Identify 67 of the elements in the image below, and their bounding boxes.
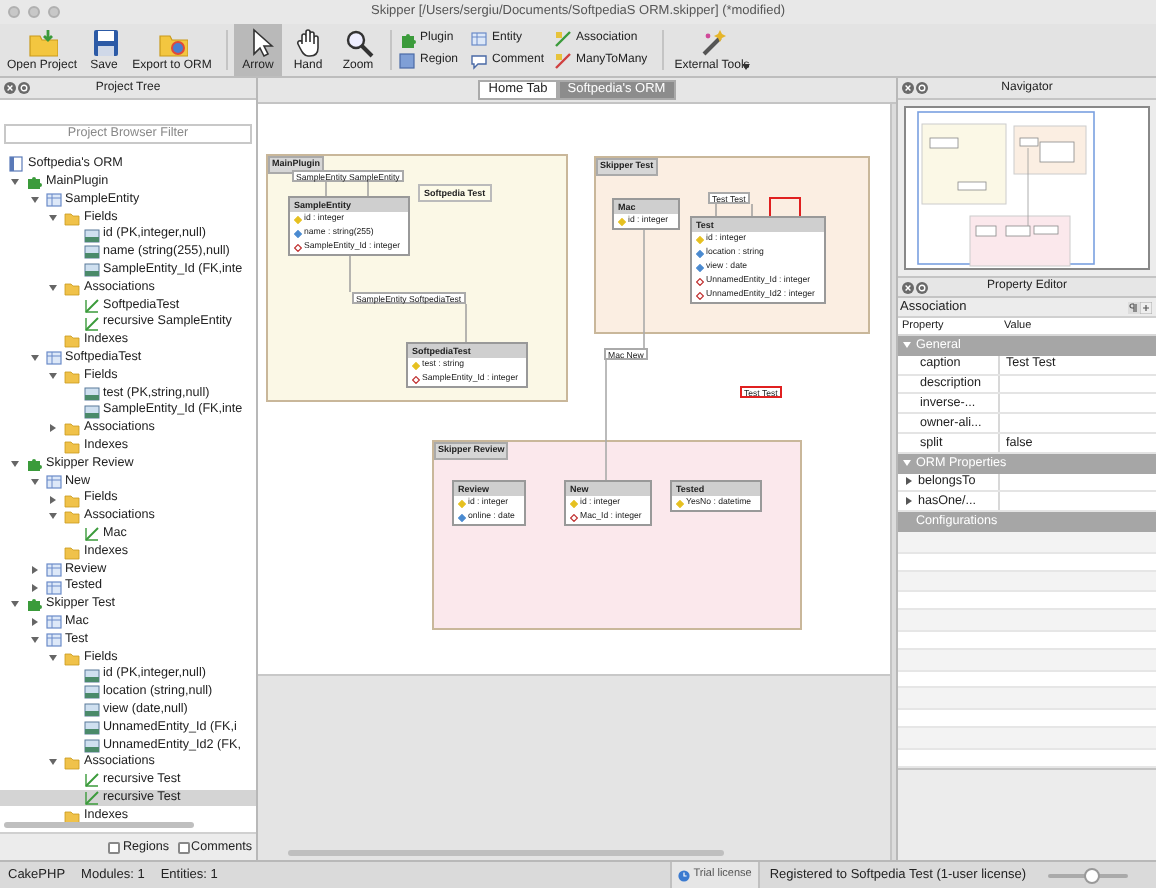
folder-icon [64, 807, 80, 824]
disclosure-triangle-icon[interactable] [27, 352, 41, 365]
clock-icon [677, 869, 690, 881]
folder-icon [64, 754, 80, 771]
disclosure-triangle-icon[interactable] [46, 369, 60, 382]
link-icon [83, 526, 99, 543]
disclosure-triangle-icon[interactable] [27, 633, 41, 646]
disclosure-triangle-icon[interactable] [46, 281, 60, 294]
speech-bubble-icon [470, 52, 488, 70]
detach-icon[interactable] [18, 82, 30, 94]
close-icon[interactable] [902, 281, 914, 293]
scrollbar[interactable] [288, 850, 724, 856]
link-icon [554, 52, 572, 70]
puzzle-icon [398, 30, 416, 48]
link-icon [554, 30, 572, 48]
checkbox[interactable] [108, 841, 121, 853]
connector-line [643, 227, 645, 349]
disclosure-triangle-icon[interactable] [8, 598, 22, 611]
expand-icon[interactable] [1140, 301, 1152, 313]
puzzle-icon [26, 174, 42, 191]
disclosure-triangle-icon[interactable] [27, 193, 41, 206]
connector-line [465, 303, 467, 343]
connector-line [325, 181, 369, 197]
disclosure-triangle-icon[interactable] [46, 422, 60, 435]
folder-icon [64, 332, 80, 349]
folder-icon [64, 279, 80, 296]
document-icon [8, 156, 24, 173]
disclosure-triangle-icon[interactable] [904, 496, 914, 507]
detach-icon[interactable] [916, 82, 928, 94]
table-icon [45, 473, 61, 490]
search-icon [343, 28, 373, 58]
hand-icon [293, 28, 323, 58]
table-icon [45, 350, 61, 367]
connector-line [349, 253, 351, 293]
slider-thumb[interactable] [1084, 867, 1100, 883]
disclosure-triangle-icon[interactable] [27, 581, 41, 594]
disclosure-triangle-icon[interactable] [8, 457, 22, 470]
puzzle-icon [26, 596, 42, 613]
disclosure-triangle-icon[interactable] [27, 563, 41, 576]
square-icon [398, 52, 416, 70]
scrollbar[interactable] [4, 821, 194, 827]
checkbox[interactable] [177, 841, 190, 853]
connector-line [605, 359, 607, 481]
disclosure-triangle-icon[interactable] [46, 211, 60, 224]
connector-line [769, 197, 801, 217]
disclosure-triangle-icon[interactable] [27, 616, 41, 629]
disclosure-triangle-icon[interactable] [46, 756, 60, 769]
magic-wand-icon [697, 28, 727, 58]
folder-icon [64, 209, 80, 226]
folder-icon [64, 367, 80, 384]
pilcrow-icon[interactable] [1128, 301, 1140, 313]
disclosure-triangle-icon[interactable] [46, 493, 60, 506]
disclosure-triangle-icon[interactable] [46, 651, 60, 664]
table-icon [470, 30, 488, 48]
disclosure-triangle-icon[interactable] [904, 476, 914, 487]
folder-icon [27, 28, 57, 58]
puzzle-icon [26, 455, 42, 472]
detach-icon[interactable] [916, 281, 928, 293]
disclosure-triangle-icon[interactable] [46, 510, 60, 523]
folder-icon [64, 543, 80, 560]
folder-icon [64, 649, 80, 666]
connector-line [715, 203, 753, 217]
close-icon[interactable] [4, 82, 16, 94]
disclosure-triangle-icon[interactable] [27, 475, 41, 488]
disclosure-triangle-icon[interactable] [8, 176, 22, 189]
close-icon[interactable] [902, 82, 914, 94]
table-icon [45, 191, 61, 208]
